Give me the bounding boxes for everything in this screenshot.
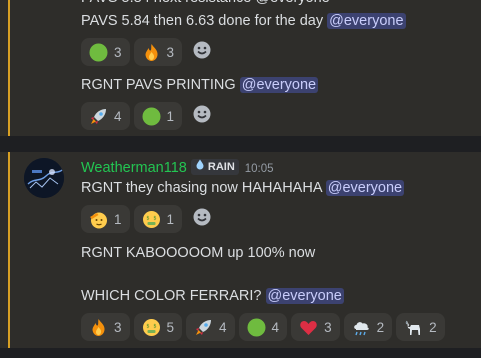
mention-everyone[interactable]: @everyone [325,180,405,196]
message-divider [0,348,481,358]
reaction-bar: 3 3 [81,38,218,66]
message-text: RGNT PAVS PRINTING @everyone [81,75,319,95]
reaction-green-circle[interactable]: 3 [81,38,130,66]
reaction-count: 2 [376,319,385,335]
reaction-count: 3 [166,44,175,60]
reaction-bar: 4 1 [81,102,218,130]
green-circle-icon [142,107,161,126]
reaction-red-heart[interactable]: 3 [291,313,340,341]
reaction-count: 1 [166,211,175,227]
reaction-fire[interactable]: 3 [81,313,130,341]
reaction-count: 4 [114,108,122,124]
add-reaction-button[interactable] [186,38,218,66]
mention-everyone[interactable]: @everyone [327,13,406,29]
message-body: RGNT KABOOOOOM up 100% now [81,245,316,261]
message-body: RGNT PAVS PRINTING [81,77,240,93]
water-drop-icon [195,157,205,177]
reaction-count: 3 [114,319,122,335]
username[interactable]: Weatherman118 [81,160,187,176]
highlight-bar [8,152,10,348]
message-body: WHICH COLOR FERRARI? [81,288,266,304]
svg-text:$: $ [146,215,149,221]
rocket-icon [194,318,213,337]
reaction-fire[interactable]: 3 [133,38,183,66]
reaction-count: 1 [166,108,175,124]
role-tag-label: RAIN [207,161,235,173]
reaction-count: 3 [114,44,122,60]
svg-text:$: $ [146,323,149,329]
green-circle-icon [247,318,266,337]
rocket-icon [89,107,108,126]
add-reaction-button[interactable] [186,102,218,130]
money-mouth-face-icon: $ $ [142,210,161,229]
reaction-count: 4 [271,319,280,335]
timestamp[interactable]: 10:05 [245,163,274,175]
reaction-bar: 3 $ $ 5 4 4 3 2 2 [81,313,481,341]
mention-everyone[interactable]: @everyone [265,288,344,304]
fire-icon [89,318,108,337]
reaction-rocket[interactable]: 4 [81,102,130,130]
message-text: RGNT they chasing now HAHAHAHA @everyone [81,178,405,198]
reaction-green-circle[interactable]: 4 [238,313,288,341]
add-reaction-button[interactable] [186,205,218,233]
reaction-goat[interactable]: 2 [396,313,445,341]
add-reaction-icon [192,104,212,129]
reaction-count: 2 [429,319,437,335]
message-body: PAVS 5.84 then 6.63 done for the day [81,13,328,29]
message-text: WHICH COLOR FERRARI? @everyone [81,286,344,306]
reaction-rocket[interactable]: 4 [186,313,235,341]
red-heart-icon [299,318,318,337]
add-reaction-icon [192,207,212,232]
money-mouth-face-icon: $ $ [142,318,161,337]
message-body: RGNT they chasing now HAHAHAHA [81,180,326,196]
highlight-bar [8,0,10,136]
add-reaction-icon [192,40,212,65]
avatar[interactable] [24,158,64,198]
message-divider [0,136,481,152]
green-circle-icon [89,43,108,62]
goat-icon [404,318,423,337]
message-header: Weatherman118 RAIN 10:05 [81,158,274,179]
mention-everyone[interactable]: @everyone [239,77,319,93]
role-tag[interactable]: RAIN [190,157,239,177]
reaction-cloud-with-rain[interactable]: 2 [343,313,393,341]
reaction-count: 1 [114,211,122,227]
reaction-money-mouth-face[interactable]: $ $ 5 [133,313,183,341]
reaction-green-circle[interactable]: 1 [133,102,183,130]
reaction-count: 3 [324,319,332,335]
reaction-saluting-face[interactable]: 1 [81,205,130,233]
svg-text:$: $ [153,215,156,221]
message-text-partial: PAVS 5.84 next resistance @everyone [81,0,330,8]
cloud-with-rain-icon [352,318,371,337]
reaction-money-mouth-face[interactable]: $ $ 1 [133,205,183,233]
message-text: PAVS 5.84 then 6.63 done for the day @ev… [81,11,406,31]
reaction-count: 4 [219,319,227,335]
saluting-face-icon [89,210,108,229]
message-text: RGNT KABOOOOOM up 100% now [81,243,315,263]
fire-icon [142,43,161,62]
reaction-count: 5 [166,319,175,335]
reaction-bar: 1 $ $ 1 [81,205,218,233]
svg-text:$: $ [153,323,156,329]
